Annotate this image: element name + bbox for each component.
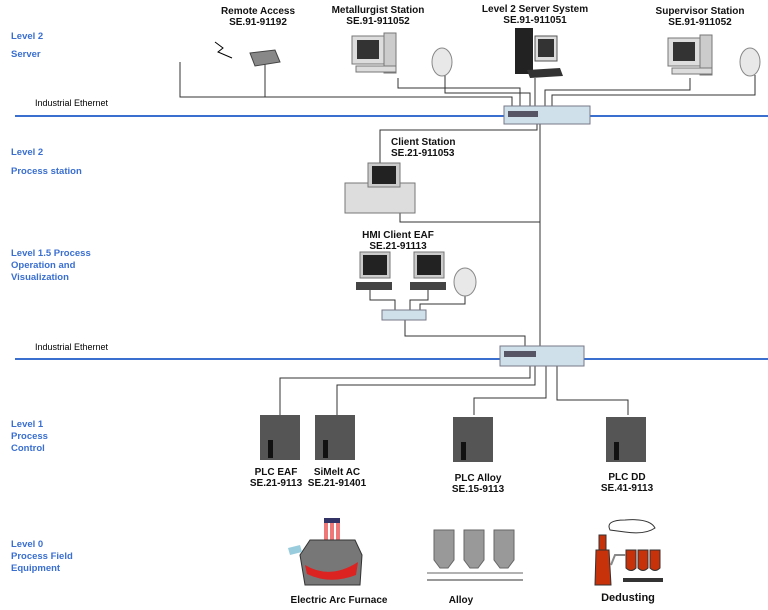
node-id: SE.15-9113 (451, 484, 505, 495)
node-plc-alloy: PLC Alloy SE.15-9113 (443, 473, 513, 495)
switch-top-icon (503, 105, 591, 125)
plc-alloy-icon (453, 417, 493, 462)
level-subtitle: Operation and (11, 260, 76, 271)
node-plc-dd: PLC DD SE.41-9113 (592, 472, 662, 494)
plc-dd-icon (606, 417, 646, 462)
hmi-monitor-1-icon (356, 251, 392, 290)
node-name: Client Station (391, 137, 456, 148)
level-subtitle: Process station (11, 166, 82, 177)
level-title: Level 1 (11, 419, 44, 430)
plc-eaf-icon (260, 415, 300, 460)
dedusting-icon (594, 519, 663, 586)
node-server: Level 2 Server System SE.91-911051 (470, 4, 600, 26)
level-subtitle: Process (11, 431, 48, 442)
node-hmi-client: HMI Client EAF SE.21-91113 (348, 230, 448, 252)
hmi-monitor-2-icon (410, 251, 446, 290)
node-id: SE.91-911052 (346, 16, 410, 27)
node-name: SiMelt AC (313, 467, 361, 478)
server-icon (515, 28, 563, 78)
equipment-dedusting-label: Dedusting (601, 592, 655, 604)
network-label-bottom: Industrial Ethernet (35, 342, 109, 352)
supervisor-pc-icon (667, 34, 713, 76)
equipment-eaf-label: Electric Arc Furnace (290, 595, 388, 606)
node-id: SE.21-91113 (369, 241, 427, 252)
node-name: PLC DD (608, 472, 646, 483)
network-label-top: Industrial Ethernet (35, 98, 109, 108)
level-title: Level 2 (11, 31, 44, 42)
metallurgist-pc-icon (351, 32, 397, 74)
alloy-silos-icon (427, 529, 523, 581)
node-id: SE.91-91192 (229, 17, 287, 28)
node-client-station: Client Station SE.21-911053 (391, 137, 455, 159)
wires (179, 62, 756, 415)
level-title: Level 2 (11, 147, 44, 158)
supervisor-printer-icon (739, 47, 761, 77)
node-name: HMI Client EAF (362, 230, 434, 241)
node-id: SE.91-911051 (503, 15, 567, 26)
node-id: SE.21-911053 (391, 148, 455, 159)
node-name: PLC Alloy (454, 473, 502, 484)
client-station-pc-icon (344, 162, 416, 214)
node-name: Remote Access (220, 6, 296, 17)
modem-icon (214, 41, 281, 67)
node-supervisor: Supervisor Station SE.91-911052 (640, 6, 760, 28)
switch-bottom-icon (499, 345, 585, 367)
hmi-printer-icon (453, 267, 477, 297)
node-id: SE.41-9113 (600, 483, 654, 494)
node-simelt: SiMelt AC SE.21-91401 (302, 467, 372, 489)
level-subtitle: Process Field (11, 551, 73, 562)
level-title: Level 0 (11, 539, 44, 550)
level-label: Level 1 Process Control (11, 419, 48, 455)
node-plc-eaf: PLC EAF SE.21-9113 (246, 467, 306, 489)
plc-simelt-icon (315, 415, 355, 460)
level-title: Level 1.5 Process (11, 248, 91, 259)
equipment-alloy-label: Alloy (448, 595, 474, 606)
node-metallurgist: Metallurgist Station SE.91-911052 (318, 5, 438, 27)
node-id: SE.91-911052 (668, 17, 732, 28)
node-id: SE.21-9113 (249, 478, 303, 489)
node-remote-access: Remote Access SE.91-91192 (208, 6, 308, 28)
network-diagram: Level 2 Server Level 2 Process station Lev… (0, 0, 768, 610)
level-subtitle: Server (11, 49, 41, 60)
node-name: Level 2 Server System (481, 4, 589, 15)
level-subtitle: Control (11, 443, 45, 454)
metallurgist-printer-icon (431, 47, 453, 77)
node-id: SE.21-91401 (307, 478, 367, 489)
level-subtitle: Equipment (11, 563, 61, 574)
node-name: Supervisor Station (655, 6, 745, 17)
level-subtitle: Visualization (11, 272, 69, 283)
level-label: Level 0 Process Field Equipment (11, 539, 73, 575)
level-label: Level 2 Server (11, 31, 43, 61)
node-name: Metallurgist Station (331, 5, 425, 16)
level-label: Level 2 Process station (11, 147, 82, 178)
level-label: Level 1.5 Process Operation and Visualizat… (11, 248, 91, 284)
electric-arc-furnace-icon (288, 518, 363, 586)
hmi-hub-icon (381, 309, 427, 321)
diagram-graphics (15, 28, 768, 586)
node-name: PLC EAF (254, 467, 298, 478)
